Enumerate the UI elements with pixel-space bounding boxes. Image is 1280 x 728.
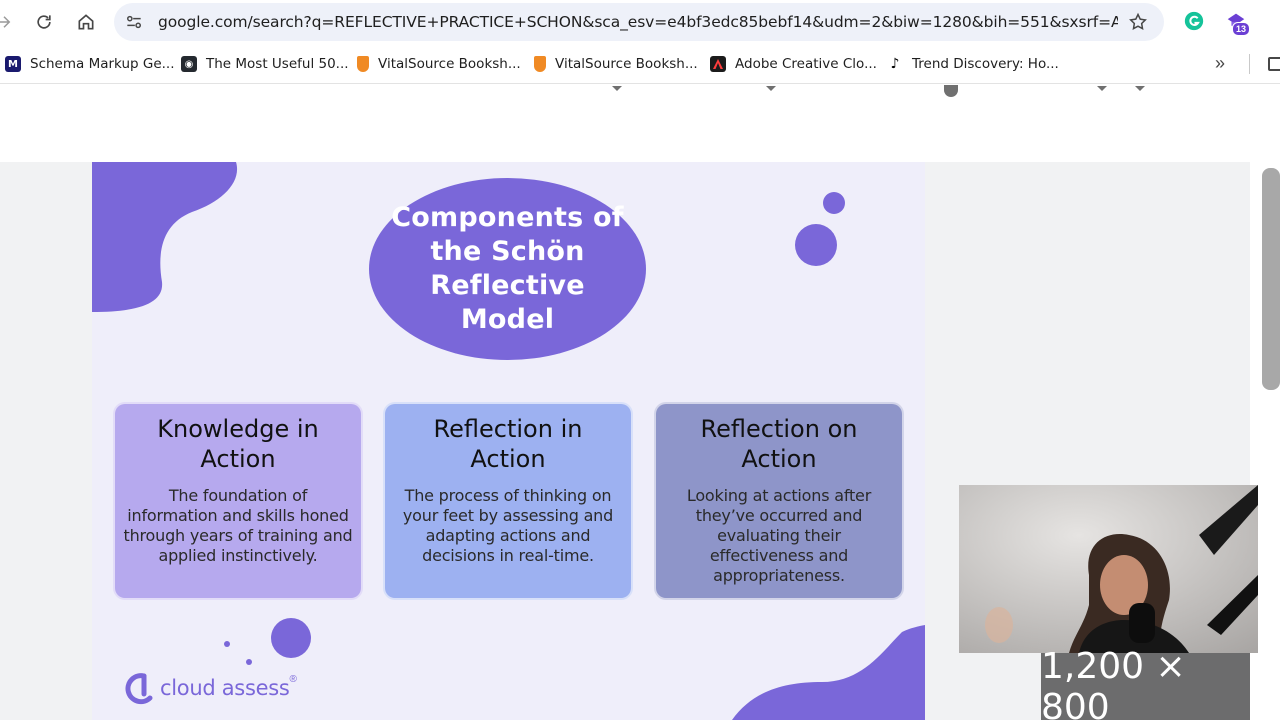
bookmark-label: The Most Useful 50... xyxy=(206,56,349,72)
card-title: Knowledge in Action xyxy=(157,415,319,473)
github-icon: ◉ xyxy=(181,56,197,72)
title-oval: Components of the Schön Reflective Model xyxy=(369,178,646,360)
registered-mark: ® xyxy=(289,674,297,685)
schema-markup-icon: M xyxy=(5,56,21,72)
bookmark-label: Trend Discovery: Ho... xyxy=(912,56,1059,72)
webcam-video-overlay xyxy=(959,485,1258,653)
cloud-assess-logo-icon xyxy=(125,673,153,705)
bookmark-item[interactable]: ◉ The Most Useful 50... xyxy=(181,54,349,74)
bookmarks-bar: M Schema Markup Ge... ◉ The Most Useful … xyxy=(0,44,1280,84)
image-dimensions-label: 1,200 × 800 xyxy=(1041,646,1250,728)
browser-toolbar: google.com/search?q=REFLECTIVE+PRACTICE+… xyxy=(0,0,1280,44)
home-icon[interactable] xyxy=(74,10,98,34)
chip-caret-icon xyxy=(1135,86,1145,91)
bookmark-item[interactable]: M Schema Markup Ge... xyxy=(5,54,175,74)
reload-icon[interactable] xyxy=(32,10,56,34)
component-card: Reflection on Action Looking at actions … xyxy=(654,402,904,600)
bookmark-label: Schema Markup Ge... xyxy=(30,56,175,72)
cloud-assess-logo: cloud assess ® xyxy=(122,670,297,706)
url-text[interactable]: google.com/search?q=REFLECTIVE+PRACTICE+… xyxy=(158,13,1118,31)
bookmark-label: VitalSource Booksh... xyxy=(378,56,521,72)
component-card: Knowledge in Action The foundation of in… xyxy=(113,402,363,600)
vitalsource-icon xyxy=(357,56,369,72)
tiktok-icon: ♪ xyxy=(887,56,903,72)
extension-badge: 13 xyxy=(1232,22,1251,36)
bookmark-item[interactable]: VitalSource Booksh... xyxy=(357,54,521,74)
site-info-icon[interactable] xyxy=(124,12,144,32)
bookmark-item[interactable]: VitalSource Booksh... xyxy=(534,54,698,74)
logo-text: cloud assess xyxy=(160,676,290,700)
presenter-silhouette xyxy=(959,485,1258,653)
scrollbar-thumb[interactable] xyxy=(1262,168,1280,390)
forward-icon[interactable] xyxy=(0,10,16,34)
bookmarks-overflow-icon[interactable]: » xyxy=(1215,53,1225,74)
bookmark-star-icon[interactable] xyxy=(1128,12,1148,32)
grammarly-extension-icon[interactable] xyxy=(1183,10,1205,32)
card-title: Reflection in Action xyxy=(433,415,583,473)
bookmarks-divider xyxy=(1249,54,1250,74)
slide-title: Components of the Schön Reflective Model xyxy=(391,202,624,335)
chip-caret-icon xyxy=(766,86,776,91)
component-card: Reflection in Action The process of thin… xyxy=(383,402,633,600)
bookmark-label: Adobe Creative Clo... xyxy=(735,56,877,72)
preview-image[interactable]: Components of the Schön Reflective Model… xyxy=(92,162,925,720)
card-body: The process of thinking on your feet by … xyxy=(402,486,614,565)
all-bookmarks-icon[interactable] xyxy=(1268,57,1280,71)
card-body: Looking at actions after they’ve occurre… xyxy=(686,486,872,585)
card-title: Reflection on Action xyxy=(700,415,858,473)
address-bar[interactable]: google.com/search?q=REFLECTIVE+PRACTICE+… xyxy=(114,3,1164,41)
adobe-icon xyxy=(710,56,726,72)
card-body: The foundation of information and skills… xyxy=(123,486,353,565)
bookmark-item[interactable]: Adobe Creative Clo... xyxy=(710,54,877,74)
bookmark-item[interactable]: ♪ Trend Discovery: Ho... xyxy=(887,54,1059,74)
chip-caret-icon xyxy=(612,86,622,91)
vitalsource-icon xyxy=(534,56,546,72)
chip-caret-icon xyxy=(1097,86,1107,91)
chip-dot-icon xyxy=(944,85,958,97)
bookmark-label: VitalSource Booksh... xyxy=(555,56,698,72)
